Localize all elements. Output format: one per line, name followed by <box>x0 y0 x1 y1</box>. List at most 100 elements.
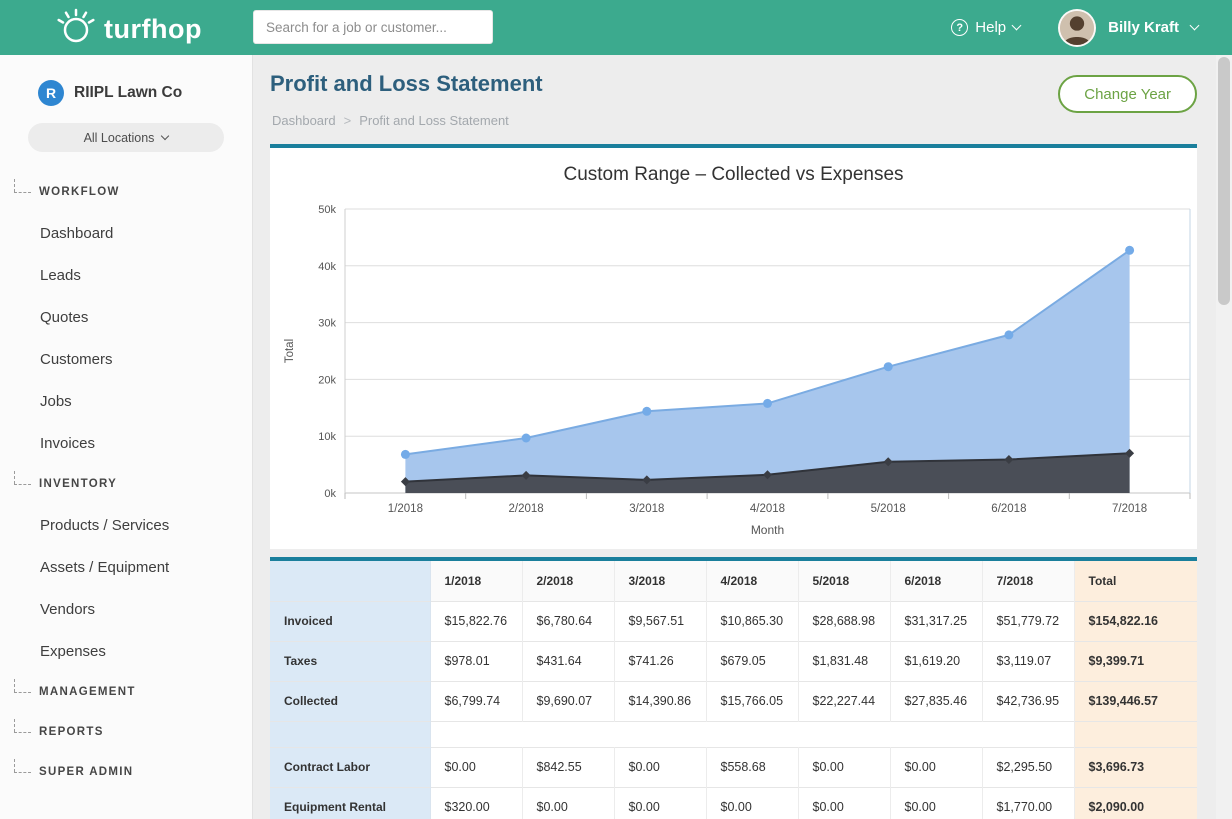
table-cell: $2,295.50 <box>982 747 1074 787</box>
table-header-row: 1/20182/20183/20184/20185/20186/20187/20… <box>270 561 1197 601</box>
sidebar-item-leads[interactable]: Leads <box>0 254 252 296</box>
svg-text:3/2018: 3/2018 <box>629 503 664 515</box>
brand-name: turfhop <box>104 14 202 45</box>
chevron-down-icon[interactable] <box>1190 21 1200 31</box>
table-cell: $10,865.30 <box>706 601 798 641</box>
col-header: 3/2018 <box>614 561 706 601</box>
table-cell: $51,779.72 <box>982 601 1074 641</box>
tree-dash-icon <box>14 772 31 773</box>
scrollbar-thumb[interactable] <box>1218 57 1230 305</box>
svg-text:Total: Total <box>284 339 296 363</box>
breadcrumb-separator: > <box>344 113 352 128</box>
location-selector[interactable]: All Locations <box>28 123 224 152</box>
sidebar-item-dashboard[interactable]: Dashboard <box>0 212 252 254</box>
nav-section-management: MANAGEMENT <box>0 672 252 712</box>
page-head: Profit and Loss Statement Dashboard > Pr… <box>253 55 1216 144</box>
sidebar-item-quotes[interactable]: Quotes <box>0 296 252 338</box>
help-icon: ? <box>951 19 968 36</box>
table-cell: $558.68 <box>706 747 798 787</box>
brand-logo[interactable]: turfhop <box>56 7 202 52</box>
sidebar-item-customers[interactable]: Customers <box>0 338 252 380</box>
breadcrumb-current: Profit and Loss Statement <box>359 113 509 128</box>
table-cell: $741.26 <box>614 641 706 681</box>
company-row[interactable]: R RIIPL Lawn Co <box>38 80 252 106</box>
nav-section-reports: REPORTS <box>0 712 252 752</box>
sidebar-item-assets-equipment[interactable]: Assets / Equipment <box>0 546 252 588</box>
company-badge: R <box>38 80 64 106</box>
table-row: Taxes$978.01$431.64$741.26$679.05$1,831.… <box>270 641 1197 681</box>
svg-text:40k: 40k <box>318 261 336 273</box>
svg-text:0k: 0k <box>324 488 336 500</box>
row-label: Invoiced <box>270 601 430 641</box>
table-cell: $27,835.46 <box>890 681 982 721</box>
sidebar-item-expenses[interactable]: Expenses <box>0 630 252 672</box>
row-label: Equipment Rental <box>270 787 430 819</box>
table-cell: $1,770.00 <box>982 787 1074 819</box>
change-year-button[interactable]: Change Year <box>1058 75 1197 113</box>
user-name[interactable]: Billy Kraft <box>1108 19 1179 36</box>
svg-text:Month: Month <box>751 523 784 537</box>
table-row: Invoiced$15,822.76$6,780.64$9,567.51$10,… <box>270 601 1197 641</box>
col-header: 1/2018 <box>430 561 522 601</box>
table-cell: $31,317.25 <box>890 601 982 641</box>
table-cell: $9,690.07 <box>522 681 614 721</box>
top-header: turfhop ? Help Billy Kraft <box>0 0 1232 55</box>
nav-section-super-admin: SUPER ADMIN <box>0 752 252 792</box>
tree-dash-icon <box>14 732 31 733</box>
pl-chart-svg: 0k10k20k30k40k50k1/20182/20183/20184/201… <box>270 188 1197 548</box>
search-input[interactable] <box>253 10 493 44</box>
col-header: 6/2018 <box>890 561 982 601</box>
table-cell: $0.00 <box>522 787 614 819</box>
breadcrumb-dashboard[interactable]: Dashboard <box>272 113 336 128</box>
col-header: 5/2018 <box>798 561 890 601</box>
breadcrumb: Dashboard > Profit and Loss Statement <box>272 113 509 128</box>
chart-card: Custom Range – Collected vs Expenses 0k1… <box>270 144 1197 549</box>
tree-dash-icon <box>14 692 31 693</box>
table-cell: $0.00 <box>614 787 706 819</box>
col-header: 4/2018 <box>706 561 798 601</box>
svg-text:4/2018: 4/2018 <box>750 503 785 515</box>
table-cell: $842.55 <box>522 747 614 787</box>
table-cell: $1,831.48 <box>798 641 890 681</box>
corner-cell <box>270 561 430 601</box>
table-cell: $0.00 <box>890 747 982 787</box>
chevron-down-icon <box>1012 21 1022 31</box>
table-cell: $42,736.95 <box>982 681 1074 721</box>
row-label: Contract Labor <box>270 747 430 787</box>
svg-text:6/2018: 6/2018 <box>991 503 1026 515</box>
table-cell: $0.00 <box>890 787 982 819</box>
table-cell: $978.01 <box>430 641 522 681</box>
tree-dash-icon <box>14 484 31 485</box>
pl-table: 1/20182/20183/20184/20185/20186/20187/20… <box>270 561 1197 819</box>
col-header: 7/2018 <box>982 561 1074 601</box>
main-content: Profit and Loss Statement Dashboard > Pr… <box>253 55 1216 819</box>
app-window: turfhop ? Help Billy Kraft R RIIPL L <box>0 0 1232 819</box>
svg-text:30k: 30k <box>318 318 336 330</box>
table-row: Equipment Rental$320.00$0.00$0.00$0.00$0… <box>270 787 1197 819</box>
company-name: RIIPL Lawn Co <box>74 84 182 102</box>
sidebar-item-vendors[interactable]: Vendors <box>0 588 252 630</box>
table-cell: $431.64 <box>522 641 614 681</box>
row-total: $2,090.00 <box>1074 787 1197 819</box>
nav-section-workflow: WORKFLOW <box>0 172 252 212</box>
table-cell: $0.00 <box>798 747 890 787</box>
sidebar-item-jobs[interactable]: Jobs <box>0 380 252 422</box>
help-label: Help <box>975 19 1006 36</box>
help-menu[interactable]: ? Help <box>951 19 1020 36</box>
row-total: $9,399.71 <box>1074 641 1197 681</box>
sidebar-item-products-services[interactable]: Products / Services <box>0 504 252 546</box>
svg-text:1/2018: 1/2018 <box>388 503 423 515</box>
table-cell: $0.00 <box>430 747 522 787</box>
table-cell: $0.00 <box>798 787 890 819</box>
table-cell: $320.00 <box>430 787 522 819</box>
vertical-scrollbar[interactable] <box>1216 55 1232 819</box>
svg-text:10k: 10k <box>318 431 336 443</box>
table-cell: $9,567.51 <box>614 601 706 641</box>
row-label: Taxes <box>270 641 430 681</box>
sidebar-item-invoices[interactable]: Invoices <box>0 422 252 464</box>
table-cell: $22,227.44 <box>798 681 890 721</box>
chevron-down-icon <box>161 132 169 140</box>
svg-text:50k: 50k <box>318 204 336 216</box>
table-row: Collected$6,799.74$9,690.07$14,390.86$15… <box>270 681 1197 721</box>
user-avatar[interactable] <box>1058 9 1096 47</box>
